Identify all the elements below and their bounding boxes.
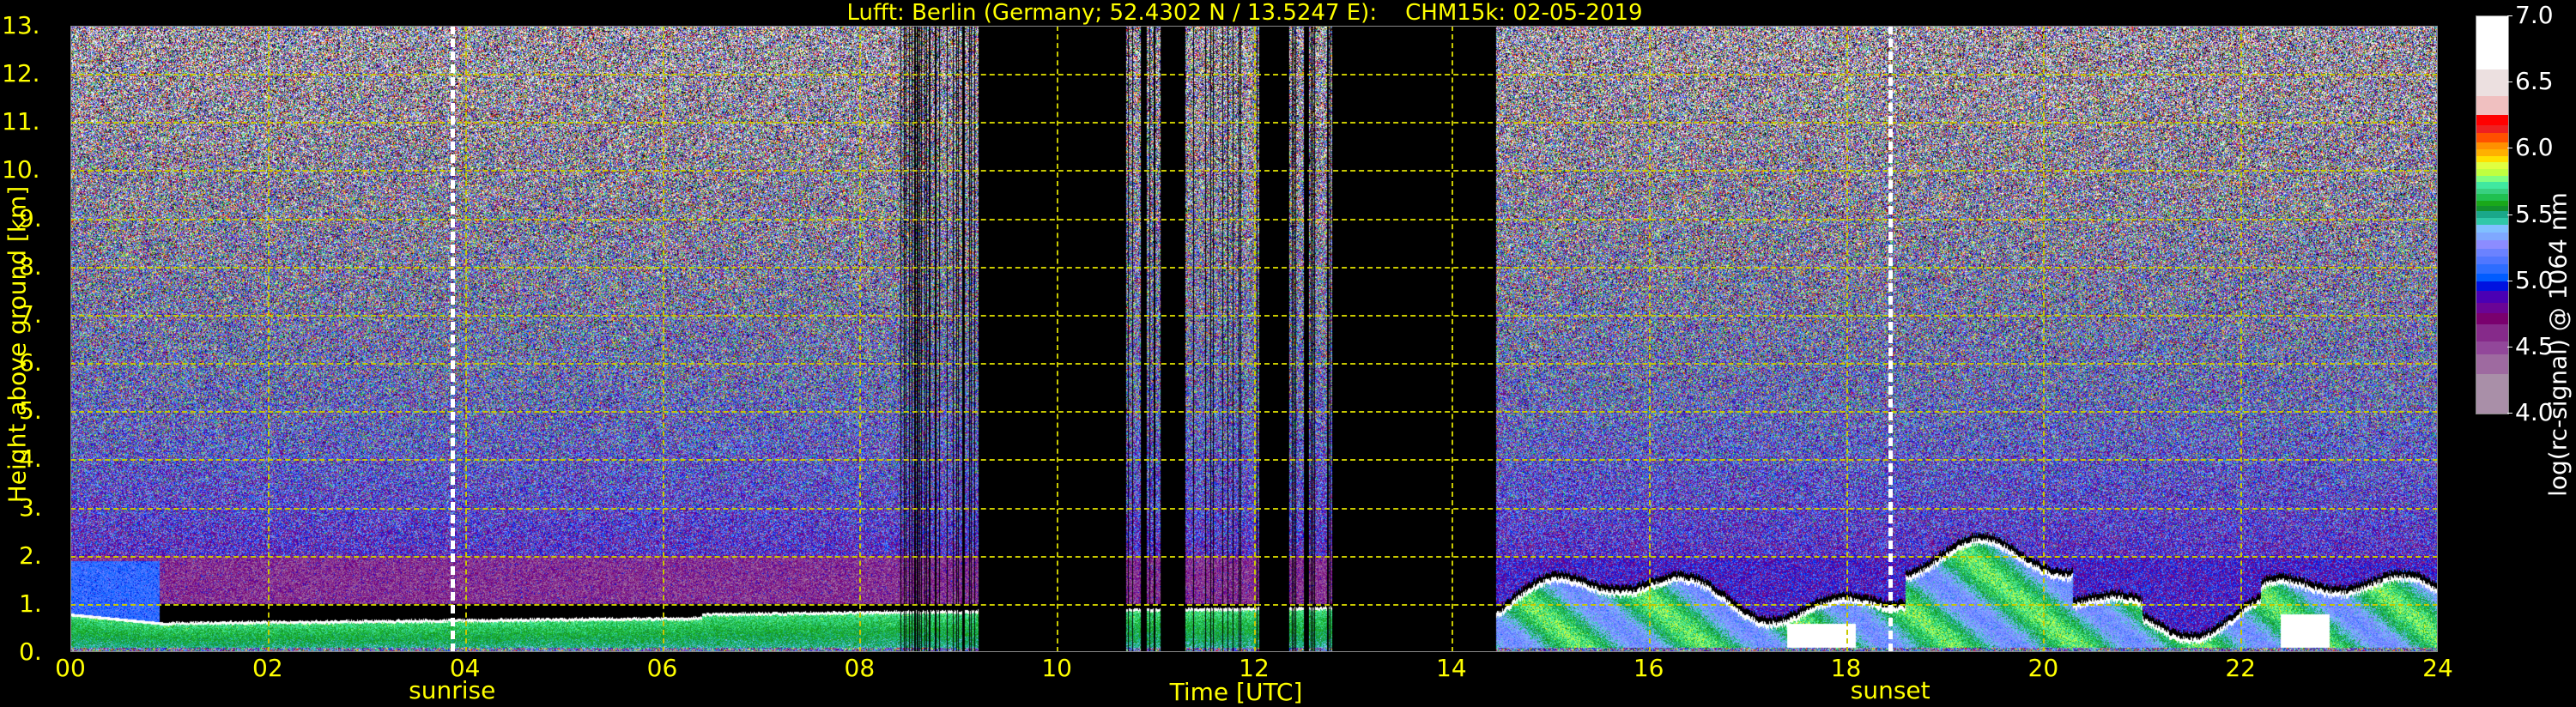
- gridline-vertical: [663, 26, 664, 652]
- sunrise-label: sunrise: [392, 676, 512, 704]
- colorbar-tick-mark: [2507, 15, 2512, 16]
- colorbar-level: [2476, 206, 2508, 212]
- colorbar-level: [2476, 16, 2508, 69]
- colorbar: [2476, 15, 2509, 414]
- y-tick-label: 13.: [2, 14, 67, 38]
- gridline-vertical: [2240, 26, 2242, 652]
- colorbar-level: [2476, 211, 2508, 218]
- sunrise-line: [451, 26, 455, 652]
- colorbar-level: [2476, 240, 2508, 249]
- y-tick-label: 5.: [19, 399, 84, 423]
- y-tick-label: 6.: [19, 351, 84, 375]
- colorbar-level: [2476, 142, 2508, 149]
- sunset-label: sunset: [1830, 676, 1950, 704]
- colorbar-tick-label: 6.0: [2515, 136, 2554, 160]
- colorbar-level: [2476, 313, 2508, 324]
- colorbar-level: [2476, 182, 2508, 189]
- colorbar-label: log(rc-signal) @ 1064 nm: [2544, 173, 2573, 517]
- colorbar-tick-label: 7.0: [2515, 3, 2554, 27]
- x-tick-label: 02: [233, 654, 302, 682]
- colorbar-level: [2476, 233, 2508, 241]
- x-tick-label: 22: [2206, 654, 2275, 682]
- colorbar-level: [2476, 248, 2508, 257]
- colorbar-level: [2476, 194, 2508, 201]
- colorbar-level: [2476, 69, 2508, 96]
- x-tick-label: 14: [1417, 654, 1486, 682]
- colorbar-level: [2476, 341, 2508, 354]
- colorbar-level: [2476, 354, 2508, 375]
- colorbar-level: [2476, 125, 2508, 134]
- colorbar-level: [2476, 374, 2508, 414]
- colorbar-level: [2476, 168, 2508, 175]
- y-tick-label: 11.: [2, 110, 67, 134]
- gridline-vertical: [859, 26, 861, 652]
- colorbar-level: [2476, 256, 2508, 264]
- colorbar-level: [2476, 201, 2508, 207]
- x-tick-label: 24: [2403, 654, 2472, 682]
- y-tick-label: 7.: [19, 303, 84, 327]
- colorbar-level: [2476, 290, 2508, 302]
- x-tick-label: 20: [2009, 654, 2077, 682]
- gridline-vertical: [465, 26, 467, 652]
- colorbar-level: [2476, 218, 2508, 225]
- y-tick-label: 4.: [19, 447, 84, 471]
- gridline-vertical: [1846, 26, 1848, 652]
- chart-title: Lufft: Berlin (Germany; 52.4302 N / 13.5…: [0, 0, 2489, 26]
- colorbar-level: [2476, 155, 2508, 162]
- gridline-vertical: [1254, 26, 1256, 652]
- colorbar-level: [2476, 96, 2508, 115]
- colorbar-level: [2476, 281, 2508, 291]
- x-tick-label: 00: [36, 654, 105, 682]
- y-tick-label: 1.: [19, 592, 84, 616]
- y-tick-label: 8.: [19, 255, 84, 279]
- colorbar-level: [2476, 148, 2508, 155]
- gridline-vertical: [1057, 26, 1058, 652]
- colorbar-level: [2476, 114, 2508, 125]
- x-tick-label: 12: [1220, 654, 1288, 682]
- gridline-vertical: [1649, 26, 1651, 652]
- sunset-line: [1888, 26, 1893, 652]
- x-tick-label: 10: [1022, 654, 1091, 682]
- colorbar-level: [2476, 323, 2508, 341]
- colorbar-level: [2476, 133, 2508, 142]
- colorbar-tick-label: 6.5: [2515, 69, 2554, 94]
- colorbar-level: [2476, 189, 2508, 195]
- x-tick-label: 16: [1615, 654, 1683, 682]
- gridline-vertical: [1452, 26, 1453, 652]
- colorbar-tick-mark: [2507, 413, 2512, 414]
- gridline-vertical: [2043, 26, 2045, 652]
- gridline-vertical: [268, 26, 270, 652]
- plot-area: [70, 26, 2438, 652]
- y-tick-label: 10.: [2, 158, 67, 182]
- y-tick-label: 3.: [19, 496, 84, 520]
- y-tick-label: 9.: [19, 207, 84, 231]
- colorbar-level: [2476, 162, 2508, 169]
- colorbar-level: [2476, 175, 2508, 182]
- colorbar-level: [2476, 302, 2508, 313]
- y-tick-label: 12.: [2, 62, 67, 86]
- x-tick-label: 06: [628, 654, 697, 682]
- x-tick-label: 08: [825, 654, 894, 682]
- colorbar-level: [2476, 224, 2508, 233]
- colorbar-level: [2476, 264, 2508, 274]
- colorbar-level: [2476, 273, 2508, 281]
- y-tick-label: 2.: [19, 544, 84, 568]
